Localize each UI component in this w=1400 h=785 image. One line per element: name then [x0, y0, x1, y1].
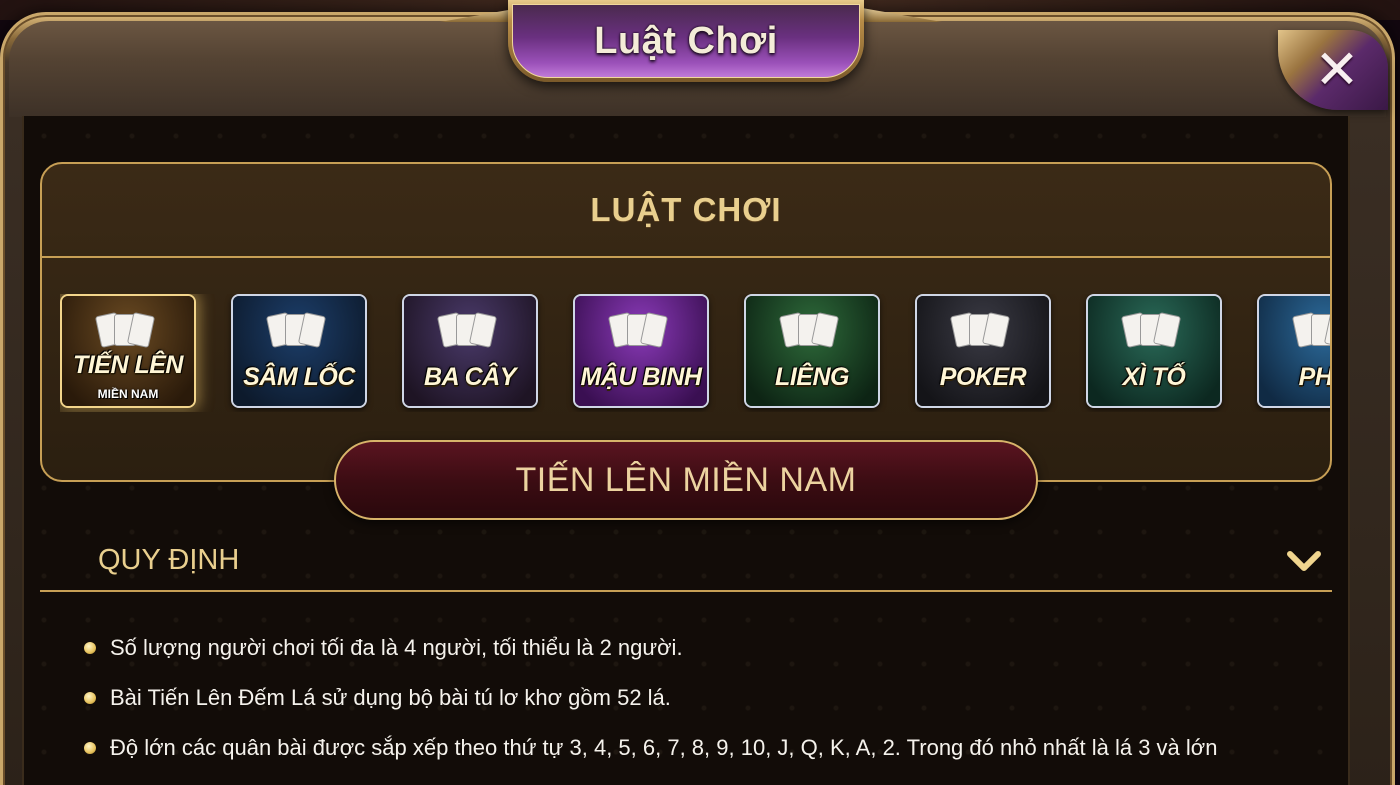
- title-plaque: Luật Chơi: [508, 0, 864, 82]
- game-tile[interactable]: POKER: [915, 294, 1051, 408]
- game-tile-label: SÂM LỐC: [243, 363, 355, 391]
- chevron-down-icon: [1287, 551, 1321, 571]
- game-tile[interactable]: BA CÂY: [402, 294, 538, 408]
- playing-cards-icon: [607, 312, 671, 358]
- rule-item: Số lượng người chơi tối đa là 4 người, t…: [84, 630, 1334, 680]
- game-tile[interactable]: MẬU BINH: [573, 294, 709, 408]
- rules-list: Số lượng người chơi tối đa là 4 người, t…: [84, 630, 1334, 780]
- game-tile-label: XÌ TỐ: [1122, 363, 1186, 391]
- playing-cards-icon: [778, 312, 842, 358]
- game-tile-label: LIÊNG: [775, 363, 849, 391]
- bullet-icon: [84, 742, 96, 754]
- rules-heading: QUY ĐỊNH: [98, 544, 240, 576]
- game-selector-section: LUẬT CHƠI TIẾN LÊN MIỀN NAM SÂM LỐC BA CÂY M…: [40, 162, 1332, 482]
- game-tile-label: BA CÂY: [424, 363, 516, 391]
- close-icon: ✕: [1314, 40, 1360, 100]
- game-tile[interactable]: XÌ TỐ: [1086, 294, 1222, 408]
- playing-cards-icon: [949, 312, 1013, 358]
- game-tile[interactable]: SÂM LỐC: [231, 294, 367, 408]
- section-title: LUẬT CHƠI: [590, 191, 782, 228]
- game-tile-label: POKER: [939, 363, 1027, 391]
- playing-cards-icon: [1120, 312, 1184, 358]
- playing-cards-icon: [1291, 312, 1330, 358]
- selected-game-title: TIẾN LÊN MIỀN NAM: [515, 460, 857, 499]
- rule-item: Bài Tiến Lên Đếm Lá sử dụng bộ bài tú lơ…: [84, 680, 1334, 730]
- playing-cards-icon: [436, 312, 500, 358]
- rules-accordion-header[interactable]: QUY ĐỊNH: [40, 536, 1332, 592]
- dialog-title: Luật Chơi: [594, 19, 778, 62]
- game-tile-label: MẬU BINH: [580, 363, 703, 391]
- section-header: LUẬT CHƠI: [42, 164, 1330, 258]
- bullet-icon: [84, 692, 96, 704]
- game-tile-sublabel: MIỀN NAM: [97, 387, 159, 401]
- playing-cards-icon: [265, 312, 329, 358]
- bullet-icon: [84, 642, 96, 654]
- rule-item: Độ lớn các quân bài được sắp xếp theo th…: [84, 730, 1334, 780]
- game-tile[interactable]: TIẾN LÊN MIỀN NAM: [60, 294, 196, 408]
- game-tile[interactable]: LIÊNG: [744, 294, 880, 408]
- selected-game-banner: TIẾN LÊN MIỀN NAM: [334, 440, 1038, 520]
- game-tile-label: TIẾN LÊN: [73, 351, 183, 379]
- game-tile-label: PHỎ: [1298, 363, 1330, 391]
- games-row[interactable]: TIẾN LÊN MIỀN NAM SÂM LỐC BA CÂY MẬU BINH LIÊ…: [60, 294, 1330, 412]
- game-tile[interactable]: PHỎ: [1257, 294, 1330, 408]
